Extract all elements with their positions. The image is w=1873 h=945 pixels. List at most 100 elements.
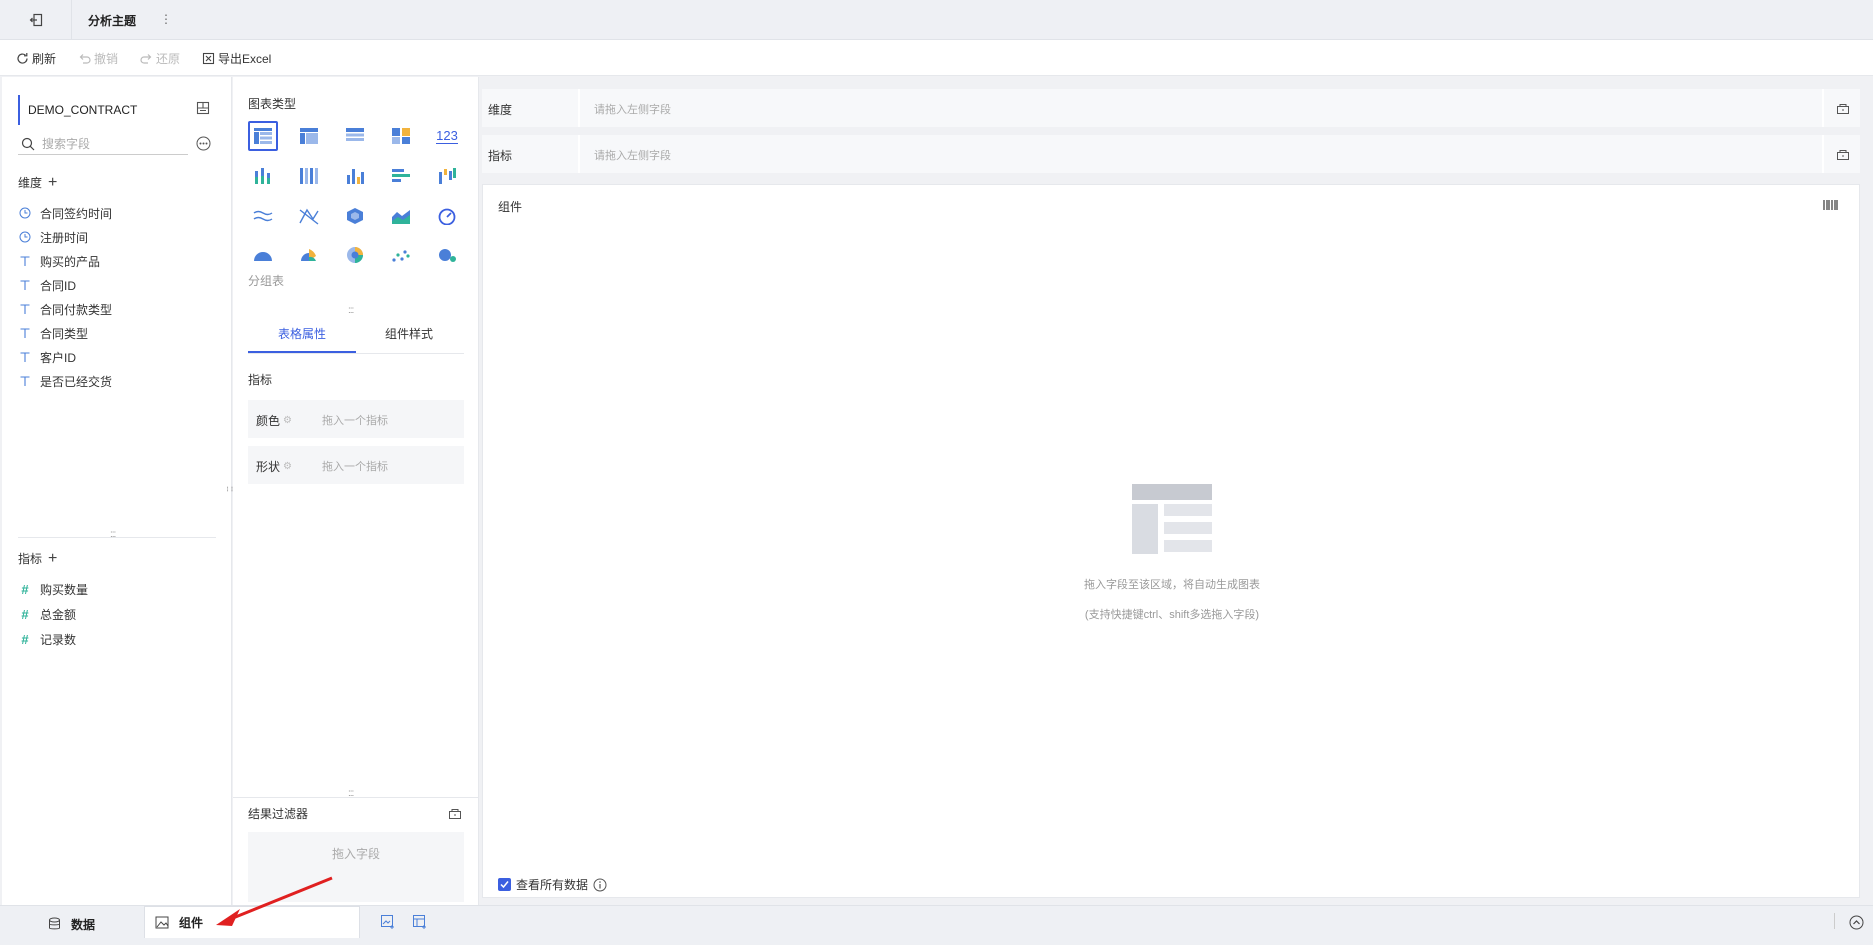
field-panel <box>2 77 232 905</box>
add-dimension-icon[interactable]: + <box>48 174 57 190</box>
chart-type-area[interactable] <box>386 201 416 231</box>
switch-datasource-icon[interactable] <box>196 101 210 115</box>
settings-icon[interactable]: ⚙ <box>283 461 292 472</box>
view-all-data-checkbox[interactable]: 查看所有数据 <box>498 876 607 893</box>
dimension-label: 合同ID <box>40 278 77 293</box>
scatter-icon <box>392 250 410 262</box>
dimension-item[interactable]: 注册时间 <box>18 228 88 246</box>
chart-type-group-table[interactable] <box>248 121 278 151</box>
chart-type-radar[interactable] <box>294 201 324 231</box>
filter-settings-icon[interactable] <box>448 806 462 820</box>
more-menu-icon[interactable]: ⋮ <box>160 12 172 26</box>
export-excel-button[interactable]: 导出Excel <box>202 50 271 67</box>
dimension-item[interactable]: 购买的产品 <box>18 252 100 270</box>
tab-component-style[interactable]: 组件样式 <box>385 325 433 342</box>
topic-title[interactable]: 分析主题 <box>88 12 136 29</box>
collapse-up-icon[interactable] <box>1849 915 1864 930</box>
dimension-item[interactable]: 合同类型 <box>18 324 88 342</box>
waterfall-chart-icon <box>439 168 456 184</box>
color-drop-placeholder: 拖入一个指标 <box>322 415 388 427</box>
chart-type-3d[interactable] <box>340 201 370 231</box>
resize-handle[interactable]: ::: <box>110 529 116 540</box>
separator <box>578 89 580 127</box>
metric-item[interactable]: # 记录数 <box>18 630 76 648</box>
dimension-shelf[interactable]: 维度 请拖入左侧字段 <box>482 89 1860 127</box>
chart-type-number[interactable]: 123 <box>432 121 462 151</box>
chart-type-waterfall[interactable] <box>432 161 462 191</box>
color-label-wrap: 颜色 ⚙ <box>256 412 292 429</box>
dimension-title-label: 维度 <box>18 176 43 190</box>
chart-type-gauge[interactable] <box>432 201 462 231</box>
checkbox-checked-icon[interactable] <box>498 878 511 891</box>
clock-icon <box>18 231 32 243</box>
chart-type-sunburst[interactable] <box>340 240 370 270</box>
refresh-icon <box>17 53 28 64</box>
chart-type-percent-column[interactable] <box>294 161 324 191</box>
chart-type-detail-table[interactable] <box>340 121 370 151</box>
chart-type-pie[interactable] <box>248 240 278 270</box>
undo-button[interactable]: 撤销 <box>78 50 118 67</box>
line-chart-icon <box>253 210 273 222</box>
chart-type-cross-table[interactable] <box>294 121 324 151</box>
metric-label: 记录数 <box>40 632 77 647</box>
redo-button[interactable]: 还原 <box>140 50 180 67</box>
color-metric-drop-zone[interactable]: 颜色 ⚙ 拖入一个指标 <box>248 400 464 438</box>
tab-data[interactable]: 数据 <box>48 905 95 943</box>
chart-type-column[interactable] <box>340 161 370 191</box>
resize-handle[interactable]: ::: <box>348 305 354 316</box>
add-component-icon[interactable] <box>380 914 396 930</box>
chart-type-bar[interactable] <box>386 161 416 191</box>
shelf-settings-icon[interactable] <box>1836 101 1850 115</box>
add-metric-icon[interactable]: + <box>48 550 57 566</box>
chart-type-bubble[interactable] <box>432 240 462 270</box>
number-chart-icon: 123 <box>436 127 458 144</box>
text-type-icon <box>18 351 32 363</box>
chart-type-line[interactable] <box>248 201 278 231</box>
chart-type-kpi-card[interactable] <box>386 121 416 151</box>
selected-chart-type-label: 分组表 <box>248 274 285 288</box>
cube-icon <box>347 208 363 224</box>
undo-icon <box>79 54 91 64</box>
dimension-item[interactable]: 是否已经交货 <box>18 372 112 390</box>
dimension-item[interactable]: 合同ID <box>18 276 76 294</box>
tab-data-label: 数据 <box>71 917 96 932</box>
chart-type-scatter[interactable] <box>386 240 416 270</box>
pie-chart-icon <box>254 252 272 261</box>
shelf-settings-icon[interactable] <box>1836 147 1850 161</box>
info-icon[interactable] <box>593 878 607 892</box>
tab-table-properties[interactable]: 表格属性 <box>278 325 326 342</box>
chart-type-stacked-column[interactable] <box>248 161 278 191</box>
datasource-name: DEMO_CONTRACT <box>28 103 138 117</box>
more-options-icon[interactable] <box>196 136 211 151</box>
text-type-icon <box>18 375 32 387</box>
redo-label: 还原 <box>156 52 181 66</box>
refresh-button[interactable]: 刷新 <box>16 50 56 67</box>
dimension-item[interactable]: 客户ID <box>18 348 76 366</box>
top-bar <box>0 0 1873 40</box>
annotation-arrow <box>210 870 340 930</box>
text-type-icon <box>18 303 32 315</box>
metric-item[interactable]: # 购买数量 <box>18 580 88 598</box>
chart-type-rose[interactable] <box>294 240 324 270</box>
stacked-column-icon <box>255 168 270 184</box>
metric-shelf[interactable]: 指标 请拖入左侧字段 <box>482 135 1860 173</box>
tab-components-label: 组件 <box>179 916 204 930</box>
metric-item[interactable]: # 总金额 <box>18 605 76 623</box>
metric-label: 总金额 <box>40 607 77 622</box>
dimension-item[interactable]: 合同付款类型 <box>18 300 112 318</box>
dimension-item[interactable]: 合同签约时间 <box>18 204 112 222</box>
chart-type-title: 图表类型 <box>248 97 297 111</box>
barcode-icon[interactable] <box>1822 198 1838 212</box>
shape-metric-drop-zone[interactable]: 形状 ⚙ 拖入一个指标 <box>248 446 464 484</box>
exit-button[interactable] <box>0 0 72 40</box>
settings-icon[interactable]: ⚙ <box>283 415 292 426</box>
toolbar: 刷新 撤销 还原 导出Excel <box>0 40 1873 76</box>
search-field-input[interactable] <box>42 134 182 154</box>
search-icon <box>21 137 35 151</box>
metric-shelf-label: 指标 <box>488 149 513 163</box>
add-dashboard-icon[interactable] <box>412 914 428 930</box>
gauge-icon <box>438 208 456 225</box>
metric-shelf-placeholder: 请拖入左侧字段 <box>594 150 671 162</box>
calculated-number-icon: # <box>21 631 29 647</box>
clock-icon <box>18 207 32 219</box>
